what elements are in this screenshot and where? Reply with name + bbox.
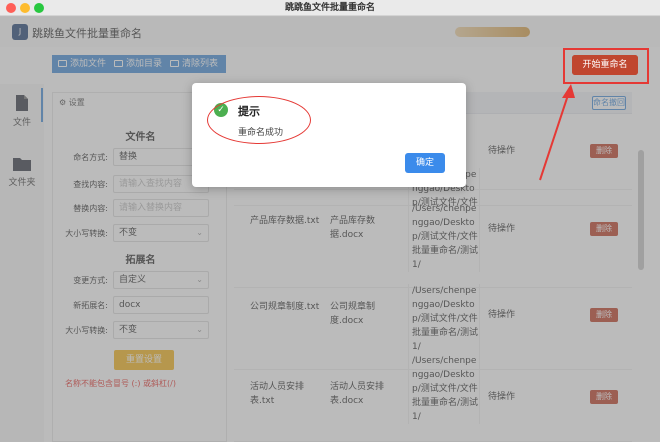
annotation-ellipse <box>207 96 311 144</box>
modal-overlay <box>0 16 660 442</box>
window-title: 跳跳鱼文件批量重命名 <box>284 3 375 13</box>
dialog-ok-button[interactable]: 确定 <box>405 153 445 173</box>
window-titlebar: 跳跳鱼文件批量重命名 <box>0 0 660 16</box>
minimize-window-button[interactable] <box>20 3 30 13</box>
success-dialog: ✓ 提示 重命名成功 确定 <box>192 83 466 187</box>
zoom-window-button[interactable] <box>34 3 44 13</box>
close-window-button[interactable] <box>6 3 16 13</box>
annotation-highlight-box <box>563 48 649 84</box>
